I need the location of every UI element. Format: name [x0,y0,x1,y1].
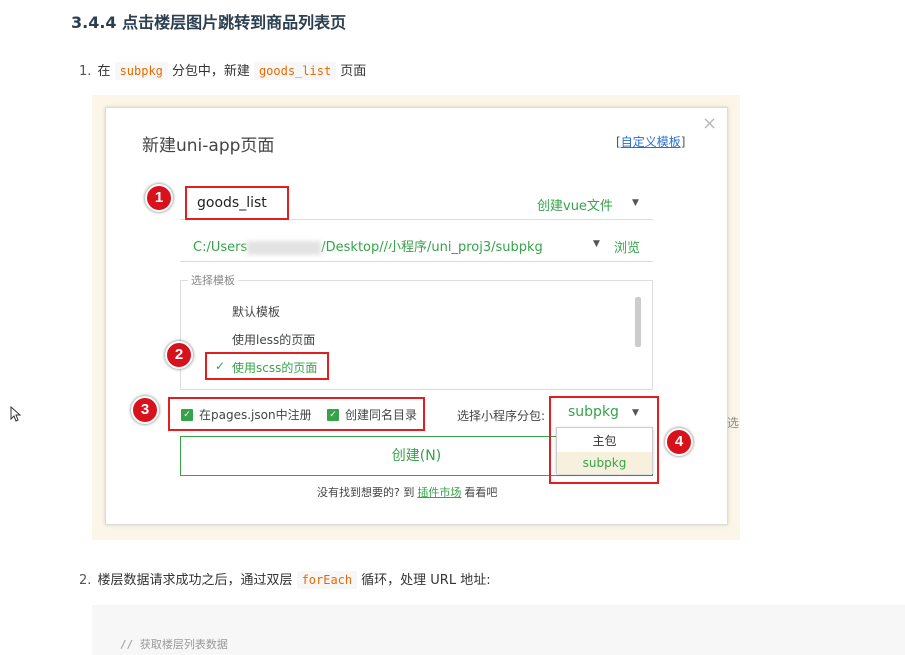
highlight-box-2 [205,352,329,380]
step-text: 楼层数据请求成功之后，通过双层 [97,573,293,588]
step-2-text: 2. 楼层数据请求成功之后，通过双层 forEach 循环，处理 URL 地址: [79,569,491,589]
inline-code: goods_list [253,62,337,80]
highlight-box-1 [185,186,289,220]
inline-code: subpkg [114,62,168,80]
template-item-default[interactable]: 默认模板 [232,303,280,320]
template-item-less[interactable]: 使用less的页面 [232,331,315,348]
footer-text: 没有找到想要的? 到插件市场 看看吧 [317,484,497,500]
path-suffix: /Desktop//小程序/uni_proj3/subpkg [321,240,543,255]
template-scrollbar[interactable] [635,297,641,347]
step-number: 2. [79,573,92,588]
step-text: 在 [97,64,111,79]
template-legend: 选择模板 [188,272,238,288]
step-badge-2: 2 [165,341,193,369]
caret-down-icon[interactable]: ▼ [593,239,600,249]
path-input[interactable]: C:/Users/Desktop//小程序/uni_proj3/subpkg [193,236,543,255]
step-badge-4: 4 [665,428,693,456]
step-badge-3: 3 [131,396,159,424]
section-heading: 3.4.4 点击楼层图片跳转到商品列表页 [71,13,347,32]
dialog-title: 新建uni-app页面 [142,136,275,156]
path-prefix: C:/Users [193,240,248,255]
blurred-username [247,240,322,255]
footer-post: 看看吧 [464,486,498,499]
highlight-box-4 [549,396,659,484]
step-number: 1. [79,64,92,79]
plugin-market-link[interactable]: 插件市场 [417,486,461,499]
step-text: 分包中，新建 [171,64,250,79]
caret-down-icon[interactable]: ▼ [632,198,639,208]
create-vue-file-select[interactable]: 创建vue文件 [537,195,613,214]
inline-code: forEach [296,571,358,589]
subpackage-label: 选择小程序分包: [457,409,546,423]
mouse-cursor-icon [10,406,22,422]
step-text: 页面 [340,64,367,79]
custom-template-link[interactable]: 自定义模板 [616,133,685,150]
footer-pre: 没有找到想要的? 到 [317,486,415,499]
close-icon[interactable]: × [702,113,717,134]
step-badge-1: 1 [145,184,173,212]
step-text: 循环，处理 URL 地址: [361,573,491,588]
clipped-text: 选 [727,416,740,430]
code-comment: // 获取楼层列表数据 [120,638,228,651]
highlight-box-3 [168,397,425,431]
browse-button[interactable]: 浏览 [614,237,640,256]
step-1-text: 1. 在 subpkg 分包中，新建 goods_list 页面 [79,60,367,80]
